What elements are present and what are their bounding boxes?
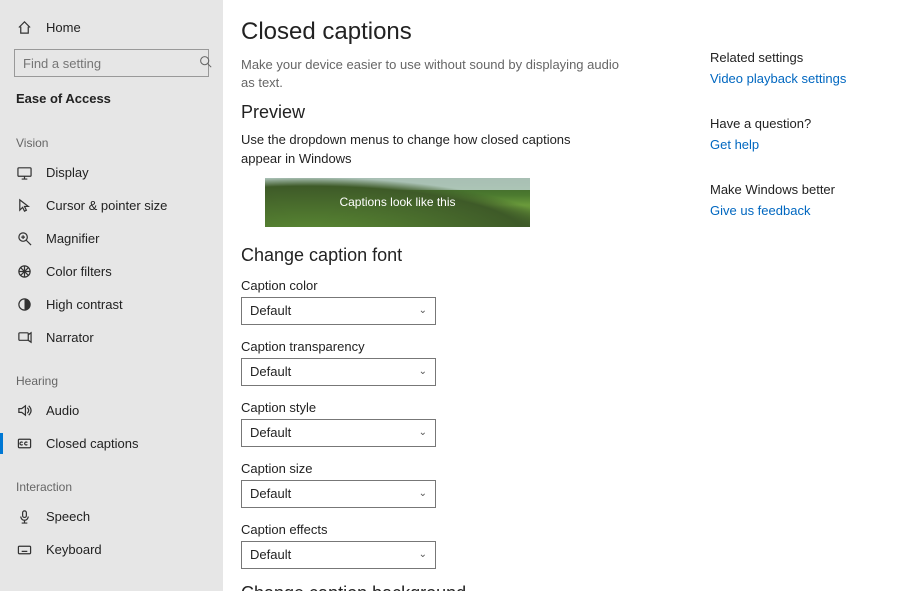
- bg-section-heading: Change caption background: [241, 583, 670, 591]
- caption-transparency-label: Caption transparency: [241, 339, 670, 354]
- caption-style-dropdown[interactable]: Default ⌄: [241, 419, 436, 447]
- contrast-icon: [16, 297, 32, 312]
- dropdown-value: Default: [250, 303, 291, 318]
- content-column: Closed captions Make your device easier …: [241, 18, 670, 591]
- sidebar-item-label: Speech: [46, 509, 90, 524]
- sidebar-item-speech[interactable]: Speech: [0, 500, 223, 533]
- video-playback-settings-link[interactable]: Video playback settings: [710, 71, 880, 86]
- sidebar-item-cursor[interactable]: Cursor & pointer size: [0, 189, 223, 222]
- sidebar-item-keyboard[interactable]: Keyboard: [0, 533, 223, 566]
- sidebar-item-display[interactable]: Display: [0, 156, 223, 189]
- question-heading: Have a question?: [710, 116, 880, 131]
- home-label: Home: [46, 20, 81, 35]
- sidebar-item-narrator[interactable]: Narrator: [0, 321, 223, 354]
- related-settings-heading: Related settings: [710, 50, 880, 65]
- better-heading: Make Windows better: [710, 182, 880, 197]
- sidebar-item-label: Audio: [46, 403, 79, 418]
- narrator-icon: [16, 330, 32, 345]
- sidebar-item-label: High contrast: [46, 297, 123, 312]
- caption-preview: Captions look like this: [265, 178, 530, 227]
- home-icon: [16, 20, 32, 35]
- preview-caption-text: Captions look like this: [339, 195, 455, 209]
- sidebar-item-label: Narrator: [46, 330, 94, 345]
- dropdown-value: Default: [250, 364, 291, 379]
- sidebar-item-label: Magnifier: [46, 231, 99, 246]
- display-icon: [16, 165, 32, 180]
- speech-icon: [16, 509, 32, 524]
- home-button[interactable]: Home: [0, 12, 223, 49]
- caption-effects-label: Caption effects: [241, 522, 670, 537]
- chevron-down-icon: ⌄: [419, 549, 427, 560]
- filters-icon: [16, 264, 32, 279]
- preview-heading: Preview: [241, 102, 670, 123]
- get-help-link[interactable]: Get help: [710, 137, 880, 152]
- feedback-link[interactable]: Give us feedback: [710, 203, 880, 218]
- search-icon: [199, 55, 212, 71]
- chevron-down-icon: ⌄: [419, 366, 427, 377]
- sidebar-item-label: Color filters: [46, 264, 112, 279]
- search-field[interactable]: [23, 56, 199, 71]
- group-title-interaction: Interaction: [0, 460, 223, 500]
- page-title: Closed captions: [241, 18, 670, 46]
- right-rail: Related settings Video playback settings…: [710, 18, 880, 591]
- caption-style-label: Caption style: [241, 400, 670, 415]
- sidebar-item-closed-captions[interactable]: Closed captions: [0, 427, 223, 460]
- caption-size-label: Caption size: [241, 461, 670, 476]
- dropdown-value: Default: [250, 425, 291, 440]
- sidebar-item-color-filters[interactable]: Color filters: [0, 255, 223, 288]
- audio-icon: [16, 403, 32, 418]
- sidebar-item-label: Display: [46, 165, 89, 180]
- caption-transparency-dropdown[interactable]: Default ⌄: [241, 358, 436, 386]
- sidebar-item-label: Cursor & pointer size: [46, 198, 167, 213]
- group-title-vision: Vision: [0, 116, 223, 156]
- dropdown-value: Default: [250, 547, 291, 562]
- main-area: Closed captions Make your device easier …: [223, 0, 904, 591]
- caption-effects-dropdown[interactable]: Default ⌄: [241, 541, 436, 569]
- sidebar-item-label: Keyboard: [46, 542, 102, 557]
- category-heading: Ease of Access: [0, 77, 223, 116]
- cursor-icon: [16, 198, 32, 213]
- chevron-down-icon: ⌄: [419, 305, 427, 316]
- caption-color-label: Caption color: [241, 278, 670, 293]
- keyboard-icon: [16, 542, 32, 557]
- group-title-hearing: Hearing: [0, 354, 223, 394]
- font-section-heading: Change caption font: [241, 245, 670, 266]
- sidebar-item-high-contrast[interactable]: High contrast: [0, 288, 223, 321]
- caption-size-dropdown[interactable]: Default ⌄: [241, 480, 436, 508]
- chevron-down-icon: ⌄: [419, 427, 427, 438]
- magnifier-icon: [16, 231, 32, 246]
- sidebar-item-label: Closed captions: [46, 436, 139, 451]
- dropdown-value: Default: [250, 486, 291, 501]
- sidebar: Home Ease of Access Vision Display Curso…: [0, 0, 223, 591]
- search-input[interactable]: [14, 49, 209, 77]
- page-description: Make your device easier to use without s…: [241, 56, 621, 92]
- caption-color-dropdown[interactable]: Default ⌄: [241, 297, 436, 325]
- sidebar-item-magnifier[interactable]: Magnifier: [0, 222, 223, 255]
- captions-icon: [16, 436, 32, 451]
- chevron-down-icon: ⌄: [419, 488, 427, 499]
- sidebar-item-audio[interactable]: Audio: [0, 394, 223, 427]
- preview-hint: Use the dropdown menus to change how clo…: [241, 131, 601, 167]
